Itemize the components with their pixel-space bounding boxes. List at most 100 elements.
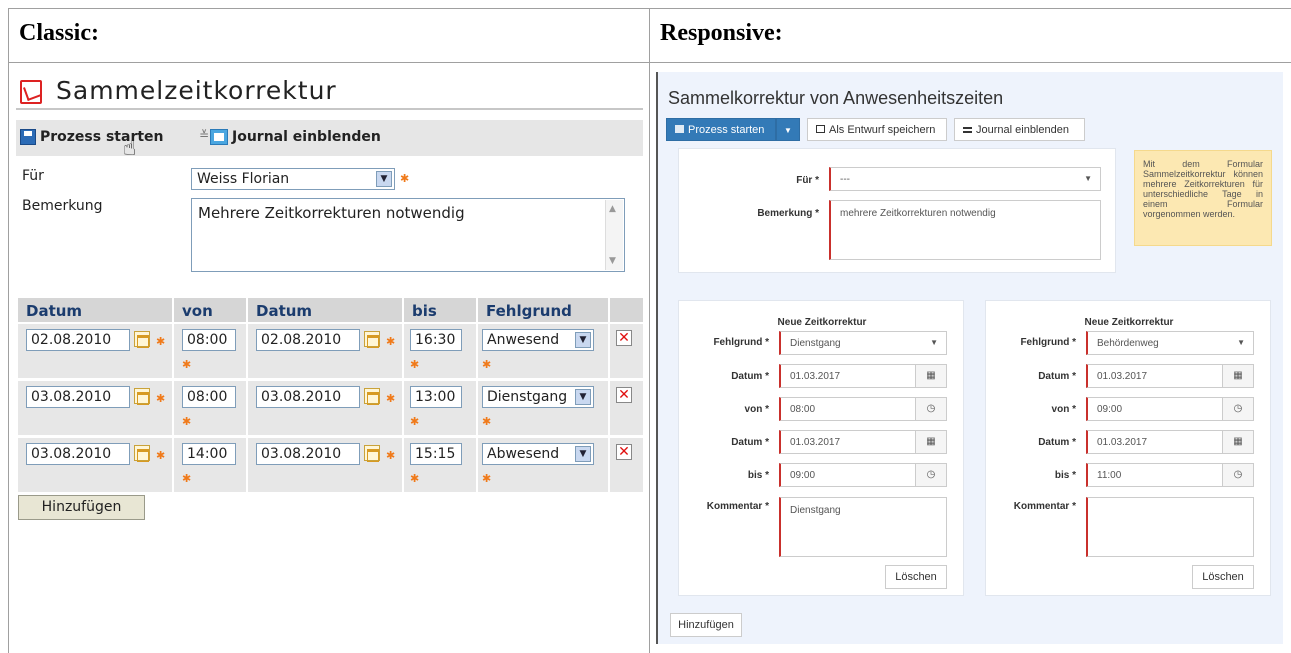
chevron-down-icon[interactable]: ▼ (575, 446, 591, 462)
classic-start-process-button[interactable]: Prozess starten (40, 129, 164, 145)
date-from-input[interactable]: 03.08.2010 (26, 386, 130, 408)
von-input[interactable]: 08:00 ◷ (779, 397, 947, 421)
date-from-input[interactable]: 02.08.2010 (26, 329, 130, 351)
calendar-icon[interactable] (364, 331, 380, 348)
required-marker: ✱ (400, 172, 410, 185)
calendar-icon[interactable] (134, 445, 150, 462)
datum-label: Datum * (1038, 437, 1076, 448)
classic-fuer-select[interactable]: Weiss Florian ▼ (191, 168, 395, 190)
delete-row-icon[interactable]: ✕ (616, 444, 632, 460)
calendar-icon[interactable] (364, 388, 380, 405)
chevron-down-icon[interactable]: ▼ (575, 332, 591, 348)
chevron-down-icon[interactable]: ▼ (376, 171, 392, 187)
calendar-icon[interactable]: ▦ (915, 430, 947, 454)
table-row: 03.08.2010 ✱ 08:00 ✱ 03.08.2010 ✱ 13:00 … (16, 381, 643, 437)
card-heading: Neue Zeitkorrektur (777, 317, 867, 328)
calendar-icon[interactable] (134, 331, 150, 348)
classic-show-journal-button[interactable]: Journal einblenden (232, 129, 381, 145)
clock-icon[interactable]: ◷ (1222, 397, 1254, 421)
classic-header: Classic: (8, 8, 649, 63)
save-icon[interactable] (20, 129, 36, 145)
scrollbar[interactable] (605, 200, 623, 270)
caret-down-icon: ▼ (930, 338, 938, 347)
bis-input[interactable]: 16:30 (410, 329, 462, 351)
kommentar-textarea[interactable] (1086, 497, 1254, 557)
von-input[interactable]: 09:00 ◷ (1086, 397, 1254, 421)
clock-icon[interactable]: ◷ (915, 397, 947, 421)
required-marker: ✱ (156, 449, 166, 462)
calendar-icon[interactable] (364, 445, 380, 462)
date-from-input[interactable]: 01.03.2017 ▦ (779, 364, 947, 388)
datum-label: Datum * (731, 437, 769, 448)
classic-page-title: Sammelzeitkorrektur (56, 76, 337, 105)
required-marker: ✱ (156, 392, 166, 405)
von-input[interactable]: 08:00 (182, 386, 236, 408)
bis-input[interactable]: 11:00 ◷ (1086, 463, 1254, 487)
required-marker: ✱ (386, 392, 396, 405)
date-from-input[interactable]: 01.03.2017 ▦ (1086, 364, 1254, 388)
responsive-add-button[interactable]: Hinzufügen (670, 613, 742, 637)
chevron-down-icon[interactable]: ▼ (575, 389, 591, 405)
chevron-double-down-icon[interactable]: ≚ (199, 128, 209, 142)
delete-row-icon[interactable]: ✕ (616, 387, 632, 403)
required-marker: ✱ (482, 415, 492, 428)
calendar-icon[interactable]: ▦ (915, 364, 947, 388)
responsive-bemerkung-textarea[interactable]: mehrere Zeitkorrekturen notwendig (829, 200, 1101, 260)
delete-button[interactable]: Löschen (885, 565, 947, 589)
fehlgrund-select[interactable]: Dienstgang ▼ (482, 386, 594, 408)
date-to-input[interactable]: 01.03.2017 ▦ (779, 430, 947, 454)
classic-col-datum-from: Datum (18, 298, 172, 322)
clock-icon[interactable]: ◷ (915, 463, 947, 487)
fehlgrund-label: Fehlgrund * (1020, 337, 1076, 348)
fehlgrund-select[interactable]: Abwesend ▼ (482, 443, 594, 465)
fehlgrund-select[interactable]: Dienstgang ▼ (779, 331, 947, 355)
card-heading: Neue Zeitkorrektur (1084, 317, 1174, 328)
calendar-icon[interactable]: ▦ (1222, 364, 1254, 388)
responsive-show-journal-button[interactable]: Journal einblenden (954, 118, 1085, 141)
required-marker: ✱ (482, 358, 492, 371)
table-row: 02.08.2010 ✱ 08:00 ✱ 02.08.2010 ✱ 16:30 … (16, 324, 643, 380)
bis-input[interactable]: 13:00 (410, 386, 462, 408)
kommentar-textarea[interactable]: Dienstgang (779, 497, 947, 557)
classic-title-bar: Sammelzeitkorrektur (16, 74, 643, 110)
date-from-input[interactable]: 03.08.2010 (26, 443, 130, 465)
responsive-start-process-button[interactable]: Prozess starten (666, 118, 776, 141)
calendar-icon[interactable] (134, 388, 150, 405)
fehlgrund-select[interactable]: Anwesend ▼ (482, 329, 594, 351)
classic-add-button[interactable]: Hinzufügen (18, 495, 145, 520)
fuer-value: --- (840, 174, 850, 185)
bis-input[interactable]: 15:15 (410, 443, 462, 465)
bis-label: bis * (1054, 470, 1076, 481)
start-process-label: Prozess starten (688, 124, 765, 136)
clock-icon[interactable]: ◷ (1222, 463, 1254, 487)
delete-row-icon[interactable]: ✕ (616, 330, 632, 346)
hand-cursor-icon: ☝ (123, 136, 137, 161)
calendar-icon[interactable]: ▦ (1222, 430, 1254, 454)
date-to-input[interactable]: 03.08.2010 (256, 386, 360, 408)
datum-label: Datum * (731, 371, 769, 382)
von-input[interactable]: 14:00 (182, 443, 236, 465)
bis-label: bis * (747, 470, 769, 481)
column-divider (649, 8, 650, 653)
bis-input[interactable]: 09:00 ◷ (779, 463, 947, 487)
classic-col-actions (610, 298, 643, 322)
classic-col-fehlgrund: Fehlgrund (478, 298, 608, 322)
date-to-input[interactable]: 03.08.2010 (256, 443, 360, 465)
von-input[interactable]: 08:00 (182, 329, 236, 351)
classic-bemerkung-textarea[interactable]: Mehrere Zeitkorrekturen notwendig (191, 198, 625, 272)
journal-icon[interactable] (210, 129, 228, 145)
date-to-input[interactable]: 01.03.2017 ▦ (1086, 430, 1254, 454)
date-to-input[interactable]: 02.08.2010 (256, 329, 360, 351)
kommentar-label: Kommentar * (1013, 501, 1076, 512)
datum-label: Datum * (1038, 371, 1076, 382)
classic-col-von: von (174, 298, 246, 322)
responsive-fuer-select[interactable]: --- ▼ (829, 167, 1101, 191)
caret-down-icon: ▼ (784, 126, 792, 135)
fehlgrund-select[interactable]: Behördenweg ▼ (1086, 331, 1254, 355)
time-correction-card: Neue Zeitkorrektur Fehlgrund * Dienstgan… (678, 300, 964, 596)
classic-col-datum-to: Datum (248, 298, 402, 322)
save-draft-button[interactable]: Als Entwurf speichern (807, 118, 947, 141)
von-label: von * (744, 404, 769, 415)
start-process-dropdown-button[interactable]: ▼ (776, 118, 800, 141)
delete-button[interactable]: Löschen (1192, 565, 1254, 589)
